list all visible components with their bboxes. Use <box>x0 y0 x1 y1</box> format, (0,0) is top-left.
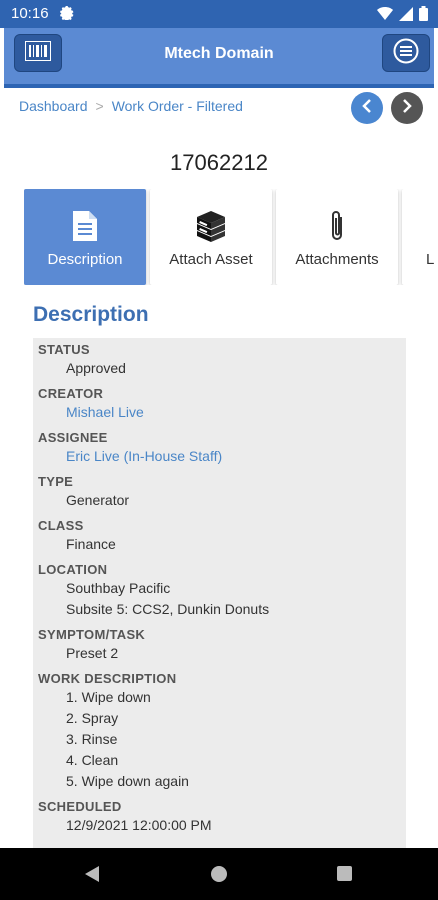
field-label: SYMPTOM/TASK <box>38 627 146 642</box>
work-step: 1. Wipe down <box>66 689 151 705</box>
work-step: 3. Rinse <box>66 731 118 747</box>
tab-attach-asset[interactable]: Attach Asset <box>150 189 272 285</box>
system-nav-bar <box>0 848 438 900</box>
tab-strip: Description Attach Asset Attachments L <box>24 189 438 285</box>
symptom-value: Preset 2 <box>66 645 119 661</box>
work-step: 5. Wipe down again <box>66 773 189 789</box>
paperclip-icon <box>328 209 346 243</box>
settings-gear-icon <box>60 6 74 25</box>
tab-label: L <box>426 251 435 268</box>
hamburger-menu-icon <box>393 38 419 69</box>
work-step: 4. Clean <box>66 752 119 768</box>
breadcrumb-separator: > <box>95 98 104 114</box>
previous-button[interactable] <box>351 92 383 124</box>
field-label: LOCATION <box>38 562 108 577</box>
next-button[interactable] <box>391 92 423 124</box>
location-value: Subsite 5: CCS2, Dunkin Donuts <box>66 601 270 617</box>
tab-label: Attachments <box>295 251 379 268</box>
status-value: Approved <box>66 360 126 376</box>
field-label: ASSIGNEE <box>38 430 108 445</box>
section-title: Description <box>33 303 149 326</box>
location-value: Southbay Pacific <box>66 580 171 596</box>
type-value: Generator <box>66 492 130 508</box>
field-work-description: WORK DESCRIPTION 1. Wipe down 2. Spray 3… <box>33 667 406 792</box>
breadcrumb-dashboard[interactable]: Dashboard <box>19 98 88 114</box>
document-icon <box>71 209 99 243</box>
wifi-icon <box>377 6 393 26</box>
field-type: TYPE Generator <box>33 470 406 511</box>
asset-stack-icon <box>194 209 228 243</box>
field-class: CLASS Finance <box>33 514 406 555</box>
assignee-link[interactable]: Eric Live (In-House Staff) <box>33 446 406 467</box>
app-title: Mtech Domain <box>164 45 274 62</box>
menu-button[interactable] <box>382 34 430 72</box>
app-bar: Mtech Domain <box>4 28 434 88</box>
status-bar: 10:16 <box>0 0 438 28</box>
field-label: CLASS <box>38 518 84 533</box>
field-label: SCHEDULED <box>38 799 122 814</box>
field-creator: CREATOR Mishael Live <box>33 382 406 423</box>
status-time: 10:16 <box>11 5 49 22</box>
field-location: LOCATION Southbay Pacific Subsite 5: CCS… <box>33 558 406 620</box>
tab-label: Attach Asset <box>169 251 253 268</box>
chevron-left-icon <box>361 98 373 118</box>
tab-attachments[interactable]: Attachments <box>276 189 398 285</box>
field-assignee: ASSIGNEE Eric Live (In-House Staff) <box>33 426 406 467</box>
back-icon[interactable] <box>84 865 100 888</box>
tab-label: Description <box>47 251 123 268</box>
signal-icon <box>399 6 413 26</box>
home-icon[interactable] <box>211 866 227 882</box>
chevron-right-icon <box>401 98 413 118</box>
breadcrumb: Dashboard > Work Order - Filtered <box>19 98 243 114</box>
field-symptom: SYMPTOM/TASK Preset 2 <box>33 623 406 664</box>
creator-link[interactable]: Mishael Live <box>33 402 406 423</box>
work-step: 2. Spray <box>66 710 119 726</box>
work-order-number: 17062212 <box>170 150 268 175</box>
scheduled-value: 12/9/2021 12:00:00 PM <box>66 817 212 833</box>
field-scheduled: SCHEDULED 12/9/2021 12:00:00 PM <box>33 795 406 836</box>
details-panel: STATUS Approved CREATOR Mishael Live ASS… <box>33 338 406 850</box>
field-label: CREATOR <box>38 386 104 401</box>
field-label: WORK DESCRIPTION <box>38 671 177 686</box>
field-label: TYPE <box>38 474 74 489</box>
field-label: STATUS <box>38 342 90 357</box>
tab-description[interactable]: Description <box>24 189 146 285</box>
battery-icon <box>419 6 428 26</box>
tab-partial[interactable]: L <box>402 189 438 285</box>
field-status: STATUS Approved <box>33 338 406 379</box>
class-value: Finance <box>66 536 116 552</box>
recent-apps-icon[interactable] <box>337 866 352 881</box>
breadcrumb-work-order-filtered[interactable]: Work Order - Filtered <box>112 98 243 114</box>
